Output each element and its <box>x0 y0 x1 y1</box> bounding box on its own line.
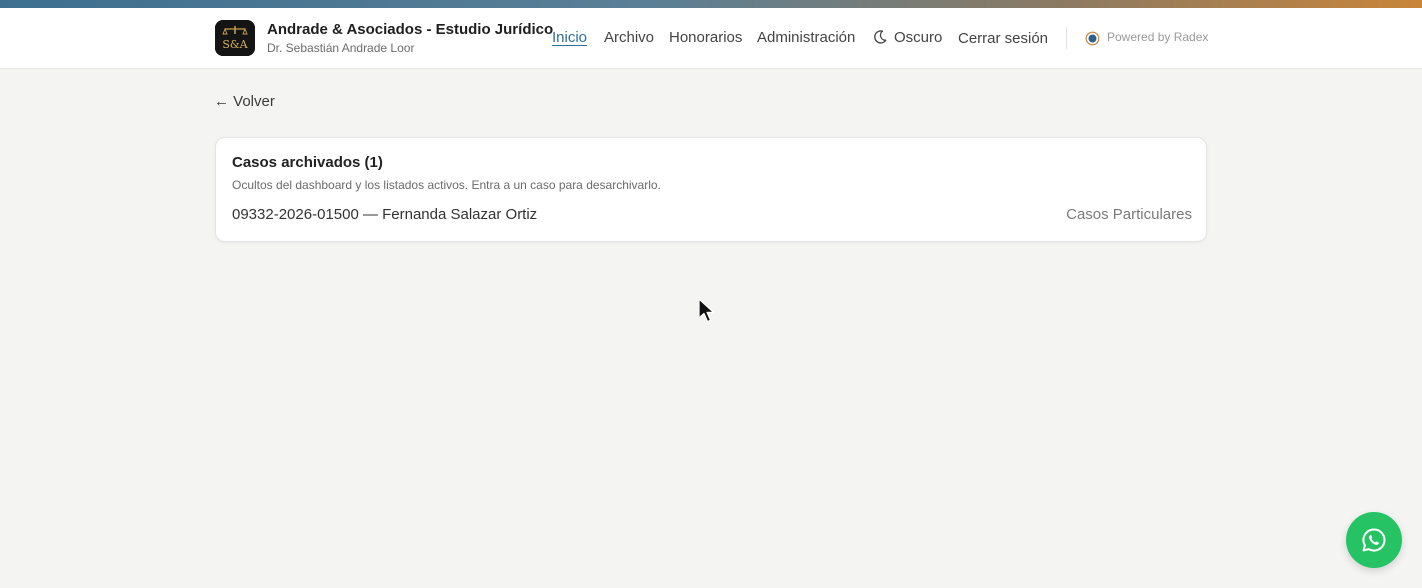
mouse-cursor-icon <box>698 298 715 323</box>
whatsapp-icon <box>1362 528 1386 552</box>
top-accent-bar <box>0 0 1422 8</box>
nav-archivo[interactable]: Archivo <box>604 29 654 46</box>
nav-honorarios[interactable]: Honorarios <box>669 29 742 46</box>
brand-logo[interactable]: S&A <box>215 20 255 56</box>
nav-inicio[interactable]: Inicio <box>552 29 587 46</box>
scales-of-justice-icon: S&A <box>215 20 255 56</box>
whatsapp-button[interactable] <box>1346 512 1402 568</box>
powered-by-label[interactable]: Powered by Radex <box>1107 30 1208 44</box>
moon-icon[interactable] <box>872 29 888 45</box>
list-item[interactable]: 09332-2026-01500 — Fernanda Salazar Orti… <box>232 206 1192 228</box>
case-category: Casos Particulares <box>1066 206 1192 223</box>
card-description: Ocultos del dashboard y los listados act… <box>232 178 661 192</box>
radex-logo-icon <box>1085 31 1100 46</box>
theme-toggle-button[interactable]: Oscuro <box>894 29 942 46</box>
nav-administracion[interactable]: Administración <box>757 29 855 46</box>
logout-button[interactable]: Cerrar sesión <box>958 30 1048 47</box>
back-link[interactable]: ← Volver <box>214 93 275 110</box>
logo-monogram: S&A <box>222 38 248 51</box>
brand-title: Andrade & Asociados - Estudio Jurídico <box>267 21 554 38</box>
brand-subtitle: Dr. Sebastián Andrade Loor <box>267 41 415 55</box>
card-title: Casos archivados (1) <box>232 154 383 171</box>
case-label[interactable]: 09332-2026-01500 — Fernanda Salazar Orti… <box>232 206 537 223</box>
nav-divider <box>1066 27 1067 49</box>
top-navbar: S&A Andrade & Asociados - Estudio Jurídi… <box>0 8 1422 69</box>
archived-cases-card: Casos archivados (1) Ocultos del dashboa… <box>215 137 1207 242</box>
